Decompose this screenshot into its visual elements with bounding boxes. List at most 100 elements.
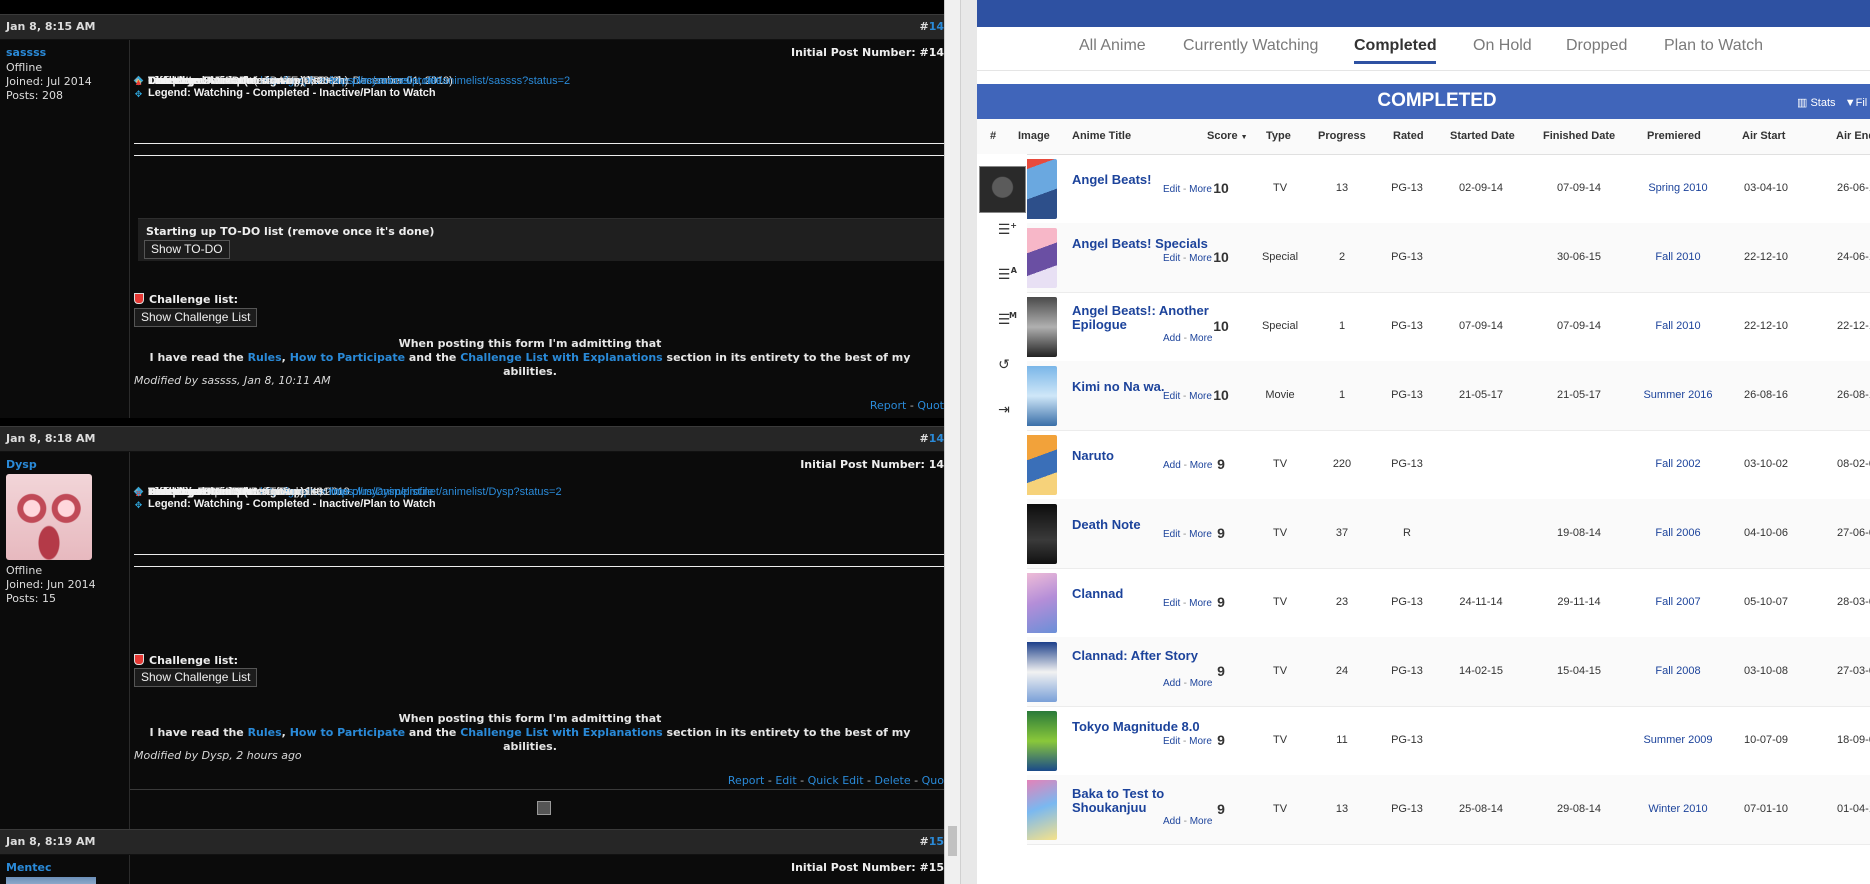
started-date-cell[interactable]: 24-11-14 — [1443, 596, 1519, 608]
finished-date-cell[interactable]: 07-09-14 — [1536, 182, 1622, 194]
username-link[interactable]: sassss — [6, 46, 46, 59]
finished-date-cell[interactable]: 29-11-14 — [1536, 596, 1622, 608]
add-link[interactable]: Add — [1163, 333, 1181, 344]
col-score[interactable]: Score ▼ — [1207, 130, 1248, 142]
rules-link[interactable]: Rules — [248, 726, 282, 739]
post-number-link[interactable]: 14 — [929, 20, 944, 33]
delete-link[interactable]: Delete — [875, 774, 911, 787]
add-link[interactable]: Add — [1163, 460, 1181, 471]
score-cell[interactable]: 9 — [1199, 594, 1243, 610]
score-cell[interactable]: 10 — [1199, 387, 1243, 403]
premiered-link[interactable]: Fall 2010 — [1655, 320, 1700, 332]
scrollbar-thumb[interactable] — [948, 826, 957, 856]
tab-completed[interactable]: Completed — [1354, 37, 1437, 55]
progress-cell[interactable]: 13 — [1312, 182, 1372, 194]
more-link[interactable]: More — [1190, 678, 1213, 689]
premiered-link[interactable]: Fall 2008 — [1655, 665, 1700, 677]
score-cell[interactable]: 9 — [1199, 525, 1243, 541]
add-link[interactable]: Add — [1163, 678, 1181, 689]
progress-cell[interactable]: 220 — [1312, 458, 1372, 470]
premiered-link[interactable]: Summer 2009 — [1643, 734, 1712, 746]
quick-edit-link[interactable]: Quick Edit — [808, 774, 864, 787]
col-premiered[interactable]: Premiered — [1647, 130, 1701, 142]
anime-title-link[interactable]: Angel Beats!: Another Epilogue — [1072, 304, 1210, 332]
avatar[interactable] — [6, 877, 96, 884]
anime-title-link[interactable]: Tokyo Magnitude 8.0 — [1072, 720, 1210, 734]
edit-link[interactable]: Edit — [1163, 253, 1180, 264]
premiered-link[interactable]: Fall 2006 — [1655, 527, 1700, 539]
quote-link[interactable]: Quo — [922, 774, 944, 787]
tab-all-anime[interactable]: All Anime — [1079, 37, 1146, 55]
progress-cell[interactable]: 13 — [1312, 803, 1372, 815]
edit-link[interactable]: Edit — [1163, 736, 1180, 747]
progress-cell[interactable]: 1 — [1312, 389, 1372, 401]
post-number-link[interactable]: 15 — [929, 835, 944, 848]
show-challenge-list-button[interactable]: Show Challenge List — [134, 668, 258, 687]
edit-link[interactable]: Edit — [1163, 529, 1180, 540]
score-cell[interactable]: 10 — [1199, 318, 1243, 334]
col-finished[interactable]: Finished Date — [1543, 130, 1615, 142]
report-link[interactable]: Report — [870, 399, 906, 412]
finished-date-cell[interactable]: 21-05-17 — [1536, 389, 1622, 401]
started-date-cell[interactable]: 21-05-17 — [1443, 389, 1519, 401]
manga-list-icon[interactable]: ☰ M — [995, 311, 1017, 329]
progress-cell[interactable]: 2 — [1312, 251, 1372, 263]
show-todo-button[interactable]: Show TO-DO — [144, 240, 230, 259]
username-link[interactable]: Mentec — [6, 861, 51, 874]
score-cell[interactable]: 10 — [1199, 180, 1243, 196]
col-progress[interactable]: Progress — [1318, 130, 1366, 142]
more-link[interactable]: More — [1190, 333, 1213, 344]
premiered-link[interactable]: Fall 2010 — [1655, 251, 1700, 263]
show-challenge-list-button[interactable]: Show Challenge List — [134, 308, 258, 327]
col-title[interactable]: Anime Title — [1072, 130, 1131, 142]
col-air-start[interactable]: Air Start — [1742, 130, 1785, 142]
how-to-participate-link[interactable]: How to Participate — [290, 351, 405, 364]
premiered-link[interactable]: Winter 2010 — [1648, 803, 1707, 815]
anime-title-link[interactable]: Angel Beats! Specials — [1072, 237, 1210, 251]
logout-icon[interactable]: ⇥ — [995, 401, 1013, 419]
forum-scrollbar[interactable] — [944, 0, 961, 884]
premiered-link[interactable]: Spring 2010 — [1648, 182, 1707, 194]
started-date-cell[interactable]: 07-09-14 — [1443, 320, 1519, 332]
rules-link[interactable]: Rules — [248, 351, 282, 364]
history-icon[interactable]: ↺ — [995, 356, 1013, 374]
score-cell[interactable]: 9 — [1199, 456, 1243, 472]
quote-link[interactable]: Quot — [917, 399, 944, 412]
started-date-cell[interactable]: 25-08-14 — [1443, 803, 1519, 815]
edit-link[interactable]: Edit — [1163, 184, 1180, 195]
col-started[interactable]: Started Date — [1450, 130, 1515, 142]
add-link[interactable]: Add — [1163, 816, 1181, 827]
score-cell[interactable]: 9 — [1199, 732, 1243, 748]
progress-cell[interactable]: 24 — [1312, 665, 1372, 677]
finished-date-cell[interactable]: 30-06-15 — [1536, 251, 1622, 263]
post-number-link[interactable]: 14 — [929, 432, 944, 445]
filter-button[interactable]: ▼Fil — [1845, 97, 1868, 109]
username-link[interactable]: Dysp — [6, 458, 37, 471]
score-cell[interactable]: 10 — [1199, 249, 1243, 265]
premiered-link[interactable]: Fall 2002 — [1655, 458, 1700, 470]
sort-alpha-list-icon[interactable]: ☰ A — [995, 266, 1017, 284]
challenge-list-link[interactable]: Challenge List with Explanations — [460, 726, 663, 739]
user-avatar[interactable] — [979, 166, 1026, 213]
finished-date-cell[interactable]: 07-09-14 — [1536, 320, 1622, 332]
finished-date-cell[interactable]: 15-04-15 — [1536, 665, 1622, 677]
score-cell[interactable]: 9 — [1199, 801, 1243, 817]
col-type[interactable]: Type — [1266, 130, 1291, 142]
premiered-link[interactable]: Fall 2007 — [1655, 596, 1700, 608]
progress-cell[interactable]: 37 — [1312, 527, 1372, 539]
anime-title-link[interactable]: Baka to Test to Shoukanjuu — [1072, 787, 1210, 815]
report-link[interactable]: Report — [728, 774, 764, 787]
stats-button[interactable]: ▥ Stats — [1797, 97, 1836, 109]
finished-date-cell[interactable]: 29-08-14 — [1536, 803, 1622, 815]
how-to-participate-link[interactable]: How to Participate — [290, 726, 405, 739]
progress-cell[interactable]: 23 — [1312, 596, 1372, 608]
tab-on-hold[interactable]: On Hold — [1473, 37, 1532, 55]
score-cell[interactable]: 9 — [1199, 663, 1243, 679]
col-air-end[interactable]: Air End — [1836, 130, 1870, 142]
tab-dropped[interactable]: Dropped — [1566, 37, 1627, 55]
edit-link[interactable]: Edit — [1163, 391, 1180, 402]
progress-cell[interactable]: 11 — [1312, 734, 1372, 746]
add-list-icon[interactable]: ☰ + — [995, 221, 1017, 239]
edit-link[interactable]: Edit — [775, 774, 796, 787]
col-rated[interactable]: Rated — [1393, 130, 1424, 142]
